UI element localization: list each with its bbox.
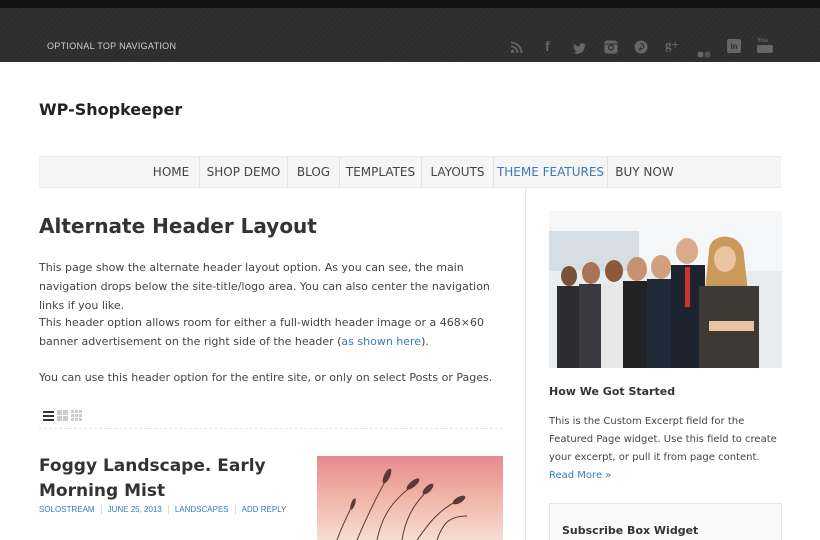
post-date[interactable]: JUNE 25, 2013 [100, 505, 168, 514]
page-paragraph-2: This header option allows room for eithe… [39, 313, 499, 351]
top-navigation-link[interactable]: OPTIONAL TOP NAVIGATION [47, 41, 176, 51]
grid-view-icon[interactable] [57, 410, 68, 421]
page-title: Alternate Header Layout [39, 214, 317, 238]
post-thumbnail[interactable] [317, 456, 503, 540]
pinterest-icon[interactable] [634, 39, 648, 58]
nav-item-theme-features[interactable]: THEME FEATURES [493, 157, 607, 188]
widget-title[interactable]: How We Got Started [549, 385, 675, 398]
top-strip [0, 0, 820, 8]
small-grid-view-icon[interactable] [71, 410, 82, 421]
featured-page-image[interactable] [549, 211, 782, 368]
site-title[interactable]: WP-Shopkeeper [39, 100, 182, 119]
nav-item-home[interactable]: HOME [143, 157, 199, 188]
page-paragraph-1: This page show the alternate header layo… [39, 261, 490, 312]
section-divider [39, 428, 503, 429]
nav-item-blog[interactable]: BLOG [287, 157, 339, 188]
content-divider [525, 188, 526, 540]
read-more-link[interactable]: Read More » [549, 470, 611, 481]
nav-item-templates[interactable]: TEMPLATES [339, 157, 421, 188]
subscribe-box-widget: Subscribe Box Widget [549, 503, 782, 540]
nav-item-buy-now[interactable]: BUY NOW [607, 157, 681, 188]
widget-excerpt: This is the Custom Excerpt field for the… [549, 413, 785, 485]
nav-item-layouts[interactable]: LAYOUTS [421, 157, 493, 188]
page-paragraph-3: You can use this header option for the e… [39, 371, 493, 384]
youtube-box [757, 45, 773, 53]
paragraph-2-end: ). [421, 335, 429, 348]
post-meta: SOLOSTREAM JUNE 25, 2013 LANDSCAPES ADD … [39, 505, 292, 514]
as-shown-here-link[interactable]: as shown here [341, 335, 421, 348]
post-title[interactable]: Foggy Landscape. Early Morning Mist [39, 454, 299, 504]
youtube-glyph: You [757, 38, 768, 44]
view-toggle [43, 410, 82, 421]
post-add-reply[interactable]: ADD REPLY [234, 505, 293, 514]
rss-icon[interactable] [510, 39, 526, 55]
main-navigation: HOME SHOP DEMO BLOG TEMPLATES LAYOUTS TH… [39, 156, 781, 188]
widget-excerpt-text: This is the Custom Excerpt field for the… [549, 416, 777, 463]
twitter-icon[interactable] [573, 40, 587, 59]
subscribe-title: Subscribe Box Widget [562, 524, 699, 537]
linkedin-icon[interactable]: in [727, 39, 741, 53]
post-category[interactable]: LANDSCAPES [167, 505, 235, 514]
flickr-icon[interactable] [697, 43, 711, 62]
list-view-icon[interactable] [43, 410, 54, 421]
linkedin-glyph: in [730, 41, 738, 51]
post-author[interactable]: SOLOSTREAM [39, 505, 101, 514]
nav-item-shop-demo[interactable]: SHOP DEMO [199, 157, 287, 188]
google-plus-icon[interactable]: g+ [665, 37, 679, 53]
instagram-icon[interactable] [604, 39, 618, 58]
facebook-icon[interactable]: f [545, 38, 550, 54]
youtube-icon[interactable]: You [757, 38, 773, 54]
